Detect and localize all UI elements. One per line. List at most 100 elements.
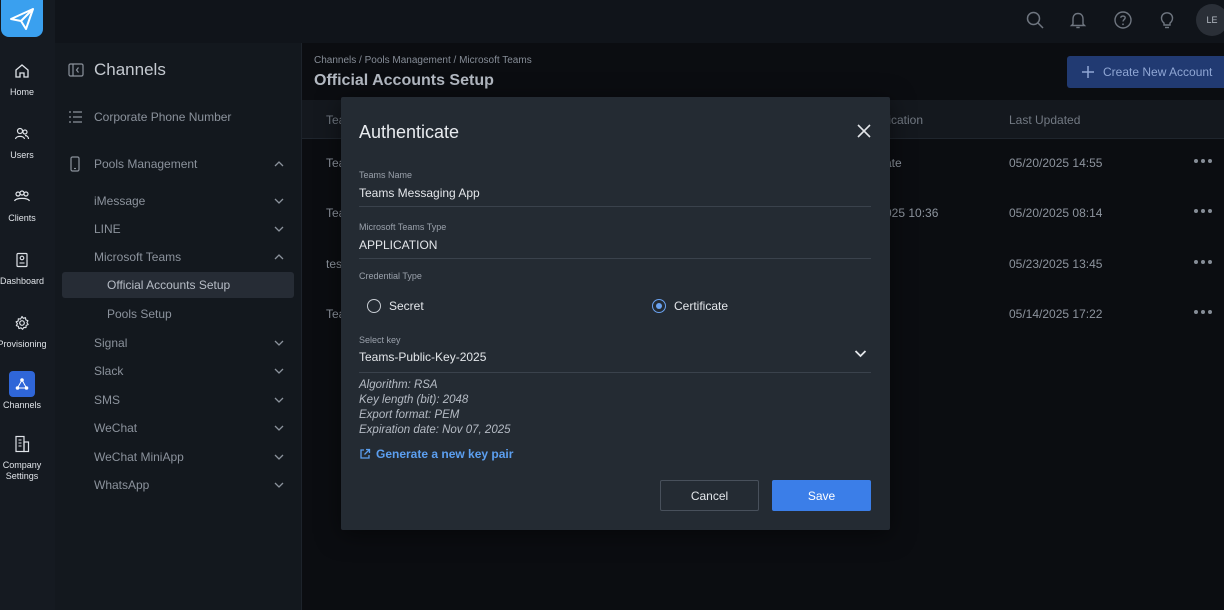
app-logo[interactable] [1,0,43,37]
credential-type-label: Credential Type [359,271,422,281]
dashboard-icon [9,247,35,273]
sidebar-item-label: iMessage [94,194,146,208]
sidebar-item-corporate-phone-number[interactable]: Corporate Phone Number [55,104,302,130]
more-options-icon[interactable] [1194,260,1212,264]
key-expiration: Expiration date: Nov 07, 2025 [359,424,511,436]
field-divider [359,258,871,259]
generate-key-pair-link[interactable]: Generate a new key pair [359,447,513,461]
sidebar-item-line[interactable]: LINE [55,216,302,242]
rail-item-label: Provisioning [0,339,47,349]
rail-item-home[interactable]: Home [0,58,44,98]
search-icon[interactable] [1024,9,1046,31]
generate-link-label: Generate a new key pair [376,447,514,461]
clients-icon [9,184,35,210]
paper-plane-icon [10,7,34,30]
sidebar-item-label: Signal [94,336,128,350]
save-button[interactable]: Save [772,480,871,511]
field-divider [359,372,871,373]
secret-radio-label[interactable]: Secret [389,299,424,313]
teams-type-field[interactable]: APPLICATION [359,238,437,252]
breadcrumb[interactable]: Channels / Pools Management / Microsoft … [314,55,532,66]
authenticate-dialog: Authenticate Teams Name Teams Messaging … [341,97,890,530]
sidebar-item-signal[interactable]: Signal [55,330,302,356]
close-icon[interactable] [856,123,872,139]
rail-item-dashboard[interactable]: Dashboard [0,247,44,287]
sidebar-item-label: SMS [94,393,121,407]
teams-name-field[interactable]: Teams Messaging App [359,186,480,200]
certificate-radio[interactable] [652,299,666,313]
rail-item-label: Company Settings [2,460,42,481]
select-key-dropdown[interactable]: Teams-Public-Key-2025 [359,350,486,364]
cell-updated: 05/14/2025 17:22 [1009,307,1103,321]
dialog-title: Authenticate [359,122,460,142]
rail-item-company-settings[interactable]: Company Settings [0,431,44,482]
help-icon[interactable] [1112,9,1134,31]
sidebar-item-wechat[interactable]: WeChat [55,415,302,441]
collapse-sidebar-icon[interactable] [68,63,84,77]
rail-item-label: Clients [8,213,36,223]
sidebar-item-label: WeChat [94,421,138,435]
cell-updated: 05/20/2025 14:55 [1009,156,1103,170]
users-icon [9,121,35,147]
sidebar-item-label: Official Accounts Setup [107,278,231,292]
chevron-down-icon[interactable] [854,349,867,359]
rail-item-clients[interactable]: Clients [0,184,44,224]
secret-radio[interactable] [367,299,381,313]
chevron-down-icon [274,397,284,403]
rail-item-users[interactable]: Users [0,121,44,161]
sidebar-item-slack[interactable]: Slack [55,358,302,384]
cancel-button[interactable]: Cancel [660,480,759,511]
avatar-initials: LE [1206,15,1218,25]
mobile-icon [70,156,80,172]
select-key-label: Select key [359,335,401,345]
building-icon [9,431,35,457]
sidebar-item-label: LINE [94,222,121,236]
sidebar-item-wechat-miniapp[interactable]: WeChat MiniApp [55,444,302,470]
sidebar-item-label: Microsoft Teams [94,250,182,264]
cell-updated: 05/20/2025 08:14 [1009,206,1103,220]
more-options-icon[interactable] [1194,159,1212,163]
sidebar-item-label: Slack [94,364,124,378]
sidebar-item-whatsapp[interactable]: WhatsApp [55,472,302,498]
sidebar-title: Channels [94,60,166,79]
sidebar-item-label: WhatsApp [94,478,150,492]
lightbulb-icon[interactable] [1156,9,1178,31]
external-link-icon [360,448,371,459]
home-icon [9,58,35,84]
rail-item-label: Dashboard [0,276,45,286]
rail-item-channels[interactable]: Channels [0,371,44,411]
sidebar-item-pools-setup[interactable]: Pools Setup [55,301,302,327]
more-options-icon[interactable] [1194,310,1212,314]
rail-item-provisioning[interactable]: Provisioning [0,310,47,350]
more-options-icon[interactable] [1194,209,1212,213]
sidebar-item-official-accounts-setup[interactable]: Official Accounts Setup [62,272,294,298]
chevron-down-icon [274,340,284,346]
rail-item-label: Users [10,150,34,160]
channels-icon [9,371,35,397]
bell-icon[interactable] [1067,9,1089,31]
sidebar-item-microsoft-teams[interactable]: Microsoft Teams [55,244,302,270]
app-rail: Home Users Clients Dashboard Provisionin [0,0,55,610]
cell-name: tes [326,257,343,271]
cell-auth: 025 10:36 [885,206,939,220]
sidebar-item-pools-management[interactable]: Pools Management [55,151,302,177]
column-header-last-updated[interactable]: Last Updated [1009,113,1080,127]
sidebar-item-imessage[interactable]: iMessage [55,188,302,214]
app-root: Home Users Clients Dashboard Provisionin [0,0,1224,610]
gear-icon [9,310,35,336]
sidebar-item-label: WeChat MiniApp [94,450,184,464]
avatar[interactable]: LE [1196,4,1224,36]
channels-sidebar: Channels Corporate Phone Number Pools Ma… [55,43,302,610]
key-algorithm: Algorithm: RSA [359,379,438,391]
sidebar-item-label: Pools Management [94,157,198,171]
page-title: Official Accounts Setup [314,72,494,89]
certificate-radio-label[interactable]: Certificate [674,299,728,313]
sidebar-item-label: Pools Setup [107,307,172,321]
create-new-account-button[interactable]: Create New Account [1067,56,1224,88]
sidebar-header: Channels [68,60,166,80]
chevron-down-icon [274,198,284,204]
chevron-up-icon [274,254,284,260]
sidebar-item-label: Corporate Phone Number [94,110,232,124]
sidebar-item-sms[interactable]: SMS [55,387,302,413]
column-header-authentication[interactable]: tication [885,113,923,127]
